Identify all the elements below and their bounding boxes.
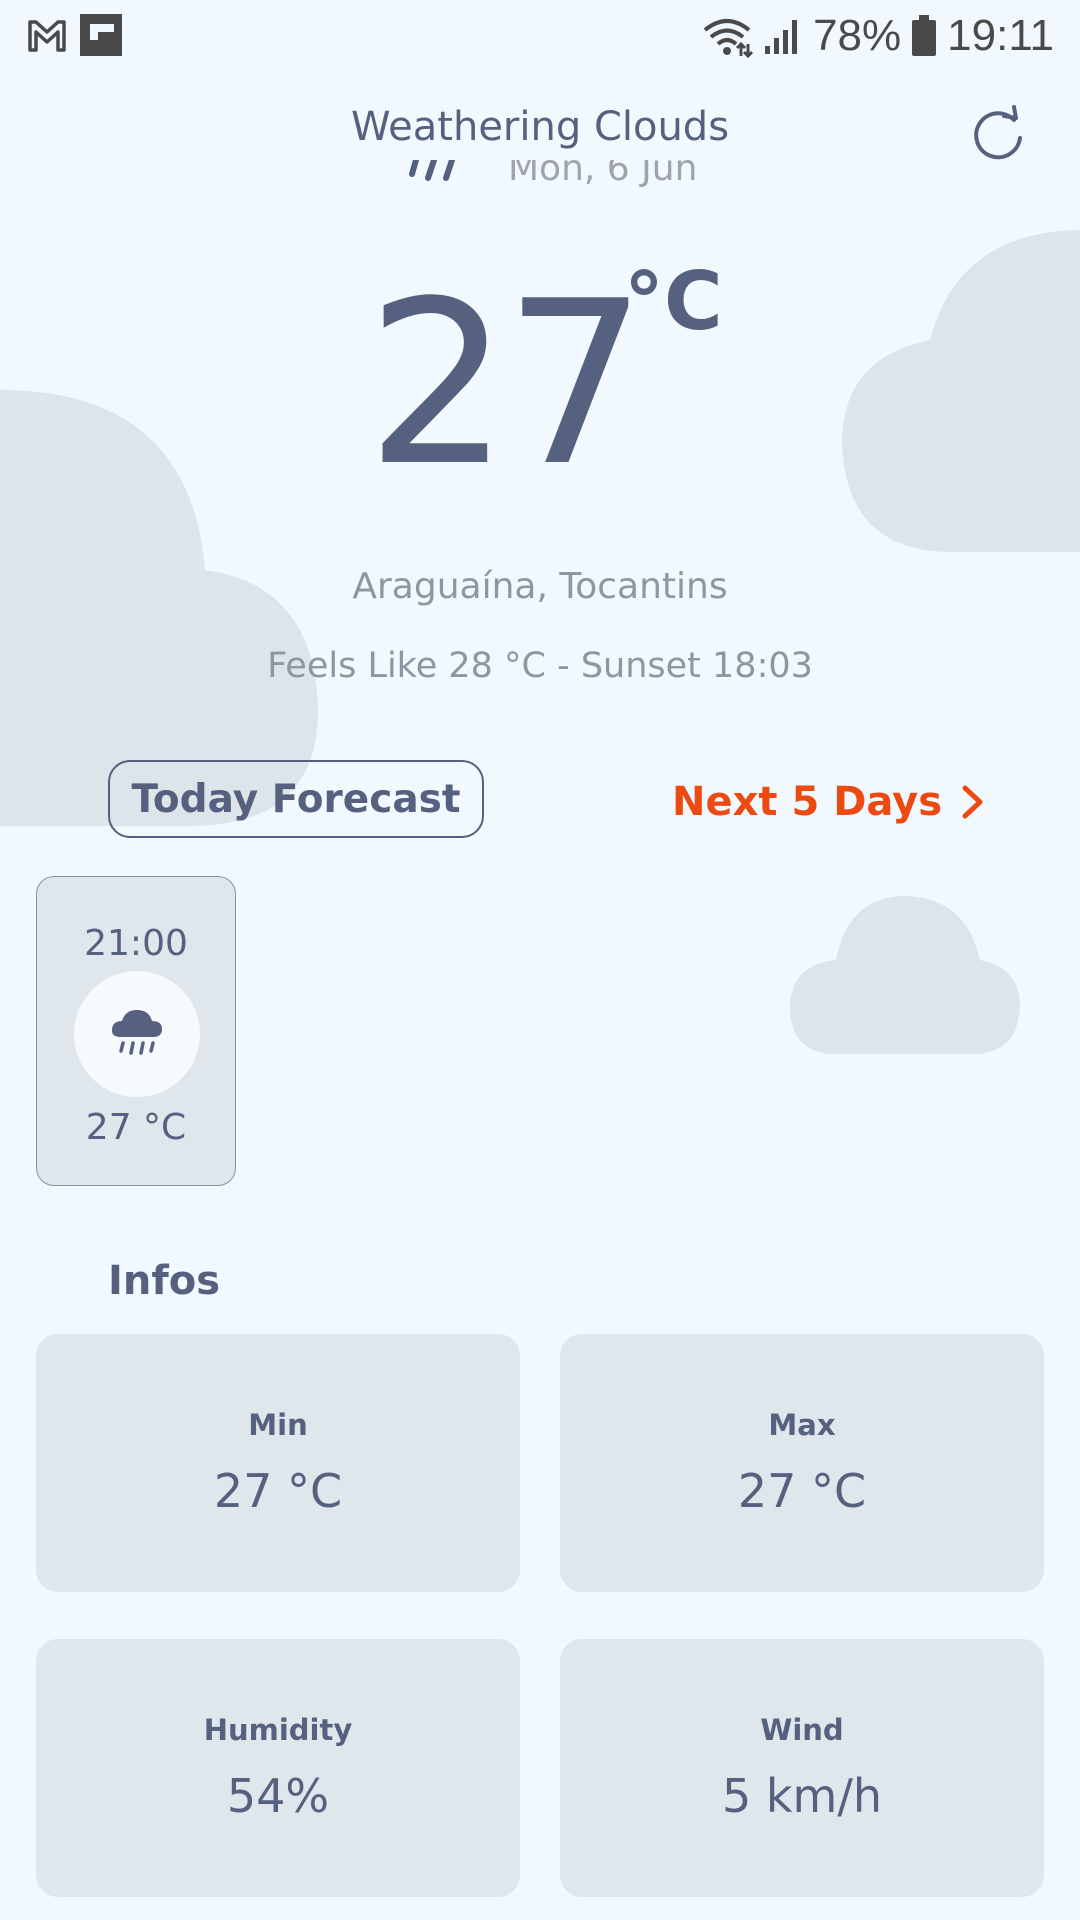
wifi-icon — [703, 19, 754, 58]
app-title: Weathering Clouds — [350, 104, 730, 150]
background-cloud-right — [842, 230, 1080, 552]
rain-drops-icon — [409, 160, 455, 181]
rain-cloud-icon — [111, 1010, 162, 1055]
info-value-humidity: 54% — [226, 1769, 330, 1823]
signal-icon — [765, 20, 798, 54]
info-card-humidity: Humidity 54% — [36, 1639, 520, 1897]
info-value-wind: 5 km/h — [722, 1769, 882, 1823]
info-card-wind: Wind 5 km/h — [560, 1639, 1044, 1897]
info-label-humidity: Humidity — [203, 1713, 353, 1747]
info-label-max: Max — [768, 1408, 836, 1442]
info-label-min: Min — [248, 1408, 308, 1442]
info-label-wind: Wind — [760, 1713, 844, 1747]
infos-title: Infos — [108, 1258, 221, 1304]
battery-icon — [912, 15, 937, 56]
flipboard-icon — [80, 14, 122, 56]
clock: 19:11 — [947, 11, 1054, 60]
info-value-min: 27 °C — [213, 1464, 343, 1518]
tab-next-5-days[interactable]: Next 5 Days — [672, 770, 986, 834]
current-temperature: 27 — [366, 253, 648, 516]
date-row: Mon, 6 Jun — [400, 160, 780, 208]
current-date: Mon, 6 Jun — [508, 160, 698, 189]
info-card-min: Min 27 °C — [36, 1334, 520, 1592]
battery-percent: 78% — [813, 11, 902, 60]
refresh-icon[interactable] — [968, 104, 1028, 164]
tab-today-forecast[interactable]: Today Forecast — [108, 760, 484, 838]
info-card-max: Max 27 °C — [560, 1334, 1044, 1592]
temperature-unit: °C — [624, 255, 723, 348]
info-value-max: 27 °C — [737, 1464, 867, 1518]
chevron-right-icon — [962, 785, 983, 819]
gmail-icon — [28, 20, 66, 52]
hourly-icon-circle — [74, 971, 200, 1097]
feels-like-sunset: Feels Like 28 °C - Sunset 18:03 — [267, 646, 813, 686]
tab-today-label: Today Forecast — [131, 776, 461, 822]
hourly-time: 21:00 — [84, 923, 188, 964]
location: Araguaína, Tocantins — [352, 566, 728, 607]
hourly-forecast-card[interactable]: 21:00 27 °C — [36, 876, 236, 1186]
status-right: 78% 19:11 — [701, 8, 1054, 64]
status-bar: 78% 19:11 — [0, 0, 1080, 72]
background-cloud-small — [790, 896, 1020, 1054]
hourly-temperature: 27 °C — [85, 1107, 187, 1148]
tab-next-label: Next 5 Days — [672, 779, 943, 825]
